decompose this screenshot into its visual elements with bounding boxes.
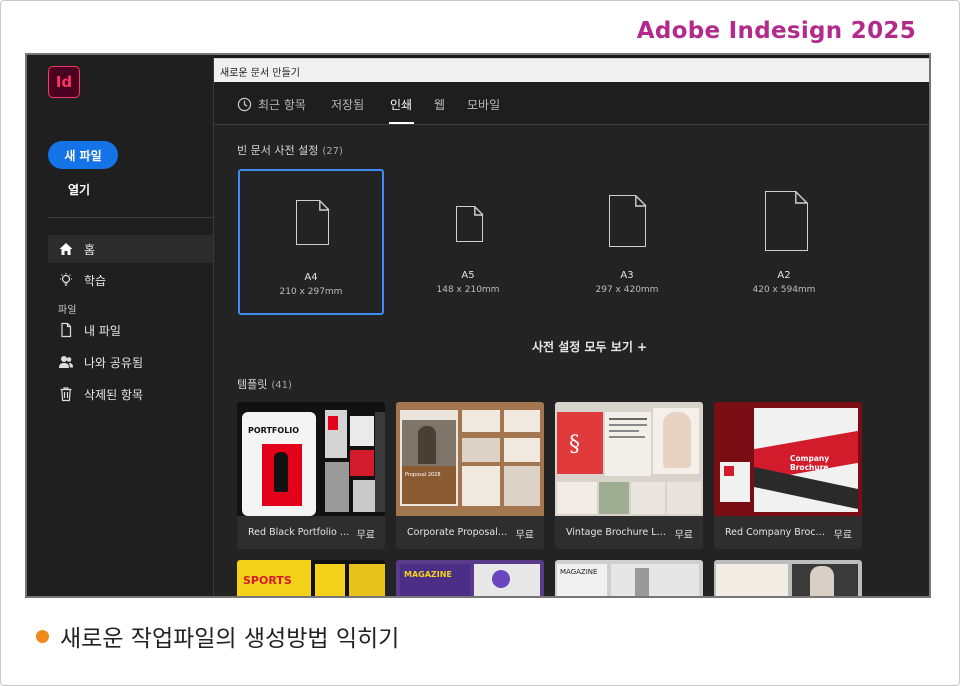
tab-bar: 최근 항목 저장됨 인쇄 웹 모바일 <box>214 82 929 125</box>
template-card[interactable]: MAGAZINE <box>396 560 544 596</box>
page-fold-icon <box>635 195 647 207</box>
new-file-button[interactable]: 새 파일 <box>48 141 118 169</box>
template-name: Red Black Portfolio T... <box>248 527 351 538</box>
sidebar-item-label: 학습 <box>84 273 107 288</box>
sidebar: Id 새 파일 열기 홈 학습 파일 내 파일 나와 공유됨 삭제된 항목 <box>27 55 213 596</box>
templates-label: 템플릿 <box>237 378 268 391</box>
thumb-text: MAGAZINE <box>404 570 452 579</box>
template-card[interactable]: Proposal 2028 Corporate Proposal L... 무료 <box>396 402 544 549</box>
templates-heading: 템플릿 (41) <box>237 376 292 392</box>
section-sign-icon: § <box>569 432 580 457</box>
template-card[interactable]: § Vintage Brochure La... 무료 <box>555 402 703 549</box>
preset-name: A3 <box>620 270 634 281</box>
view-all-presets-link[interactable]: 사전 설정 모두 보기 + <box>532 338 647 355</box>
template-card[interactable]: PORTFOLIO Red Black Portfolio T... 무료 <box>237 402 385 549</box>
app-screenshot: Id 새 파일 열기 홈 학습 파일 내 파일 나와 공유됨 삭제된 항목 새로… <box>25 53 931 598</box>
caption-text: 새로운 작업파일의 생성방법 익히기 <box>60 626 400 652</box>
page-fold-icon <box>474 206 484 216</box>
template-name: Red Company Broch... <box>725 527 828 538</box>
preset-size: 210 x 297mm <box>279 287 343 297</box>
template-card[interactable]: MAGAZINE <box>555 560 703 596</box>
sidebar-item-my-files[interactable]: 내 파일 <box>48 316 213 344</box>
template-thumbnail: Company Brochure <box>714 402 862 516</box>
template-name: Vintage Brochure La... <box>566 527 669 538</box>
tab-recent[interactable]: 최근 항목 <box>237 96 306 113</box>
thumb-text: SPORTS <box>243 574 292 587</box>
dialog-titlebar: 새로운 문서 만들기 <box>214 58 929 82</box>
preset-size: 420 x 594mm <box>752 285 816 295</box>
sidebar-item-label: 내 파일 <box>84 323 121 338</box>
template-card[interactable]: Company Brochure Red Company Broch... 무료 <box>714 402 862 549</box>
blank-presets-label: 빈 문서 사전 설정 <box>237 144 319 157</box>
page-fold-icon <box>319 200 330 211</box>
template-price: 무료 <box>833 530 852 541</box>
preset-name: A5 <box>461 270 475 281</box>
preset-a4[interactable]: A4 210 x 297mm <box>238 169 384 315</box>
tab-saved[interactable]: 저장됨 <box>331 96 364 113</box>
blank-presets-count: (27) <box>322 146 343 157</box>
tab-label: 최근 항목 <box>258 98 306 112</box>
tab-print[interactable]: 인쇄 <box>390 96 412 113</box>
preset-size: 148 x 210mm <box>436 285 500 295</box>
file-icon <box>58 322 74 338</box>
page-fold-icon <box>795 191 808 204</box>
sidebar-divider <box>48 217 213 218</box>
brand-title: Adobe Indesign 2025 <box>636 18 916 44</box>
sidebar-item-home[interactable]: 홈 <box>48 235 213 263</box>
preset-a5[interactable]: A5 148 x 210mm <box>395 169 541 315</box>
clock-icon <box>237 97 252 112</box>
caption: 새로운 작업파일의 생성방법 익히기 <box>36 619 399 653</box>
thumb-text: MAGAZINE <box>560 568 598 576</box>
preset-name: A2 <box>777 270 791 281</box>
sidebar-item-label: 나와 공유됨 <box>84 355 144 370</box>
home-icon <box>58 241 74 257</box>
preset-a2[interactable]: A2 420 x 594mm <box>711 169 857 315</box>
preset-name: A4 <box>304 272 318 283</box>
blank-presets-heading: 빈 문서 사전 설정 (27) <box>237 142 343 158</box>
tab-web[interactable]: 웹 <box>434 96 445 113</box>
template-price: 무료 <box>356 530 375 541</box>
template-thumbnail: § <box>555 402 703 516</box>
template-thumbnail: PORTFOLIO <box>237 402 385 516</box>
preset-size: 297 x 420mm <box>595 285 659 295</box>
users-icon <box>58 354 74 370</box>
bullet-dot-icon <box>36 629 49 643</box>
open-button[interactable]: 열기 <box>68 181 90 198</box>
thumb-text: Proposal 2028 <box>405 472 441 478</box>
sidebar-item-learn[interactable]: 학습 <box>48 266 213 294</box>
sidebar-item-label: 삭제된 항목 <box>84 387 144 402</box>
template-price: 무료 <box>515 530 534 541</box>
lightbulb-icon <box>58 272 74 288</box>
files-section-label: 파일 <box>58 305 77 316</box>
thumb-text: PORTFOLIO <box>248 426 300 435</box>
templates-count: (41) <box>271 380 292 391</box>
template-card[interactable] <box>714 560 862 596</box>
preset-a3[interactable]: A3 297 x 420mm <box>554 169 700 315</box>
dialog-title: 새로운 문서 만들기 <box>220 68 300 79</box>
template-name: Corporate Proposal L... <box>407 527 510 538</box>
indesign-logo: Id <box>48 66 80 98</box>
trash-icon <box>58 386 74 402</box>
new-document-dialog: 새로운 문서 만들기 최근 항목 저장됨 인쇄 웹 모바일 빈 문서 사전 설정… <box>213 58 929 596</box>
template-card[interactable]: SPORTS <box>237 560 385 596</box>
active-tab-indicator <box>389 122 414 124</box>
sidebar-item-shared[interactable]: 나와 공유됨 <box>48 348 213 376</box>
tab-mobile[interactable]: 모바일 <box>467 96 500 113</box>
template-price: 무료 <box>674 530 693 541</box>
sidebar-item-label: 홈 <box>84 242 96 257</box>
template-thumbnail: Proposal 2028 <box>396 402 544 516</box>
thumb-text: Company Brochure <box>790 454 830 472</box>
sidebar-item-deleted[interactable]: 삭제된 항목 <box>48 380 213 408</box>
